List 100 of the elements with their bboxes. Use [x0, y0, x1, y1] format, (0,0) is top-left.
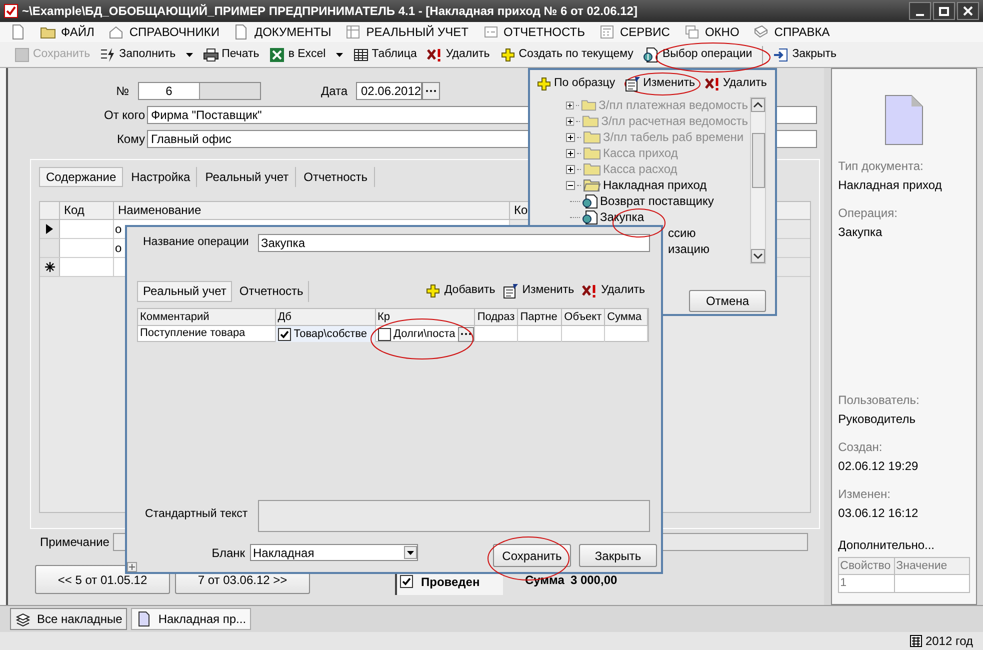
tree-item[interactable]: изацию	[668, 240, 710, 257]
toolbar-button[interactable]: Закрыть	[773, 46, 836, 64]
window-title: ~\Example\БД_ОБОБЩАЮЩИЙ_ПРИМЕР ПРЕДПРИНИМАТЕЛЬ 4.1 - [Накладная приход № 6 от 02.06.12]	[22, 3, 638, 20]
toolbar-button[interactable]: в Excel	[269, 46, 326, 64]
table-icon	[352, 46, 369, 62]
toolbar-button[interactable]: Таблица	[352, 46, 417, 64]
toolbar-button[interactable]: Выбор операции	[643, 46, 752, 64]
collapse-icon[interactable]	[566, 180, 575, 190]
column-header: Значение	[895, 559, 948, 574]
scroll-up-icon[interactable]	[751, 98, 765, 112]
column-header: Код	[60, 202, 114, 219]
delete-icon	[705, 76, 721, 92]
field-label: Примечание	[39, 534, 110, 551]
checkbox[interactable]	[378, 328, 391, 340]
delete-icon	[426, 46, 443, 62]
menu-item[interactable]: ФАЙЛ	[40, 23, 94, 41]
dialog-button[interactable]: Закрыть	[579, 544, 657, 567]
menu-item[interactable]: ОТЧЕТНОСТЬ	[482, 23, 585, 41]
dots-icon	[425, 89, 437, 93]
operation-name-field[interactable]: Закупка	[258, 234, 650, 252]
toolbar-button[interactable]: Удалить	[426, 46, 490, 64]
minimize-icon	[916, 14, 924, 16]
save-icon	[14, 46, 30, 62]
menu-item[interactable]: СПРАВКА	[753, 23, 830, 41]
expand-icon[interactable]	[566, 116, 574, 126]
minimize-button[interactable]	[909, 2, 931, 20]
toolbar-button[interactable]: Удалить	[582, 282, 645, 300]
expand-icon[interactable]	[566, 164, 575, 174]
navigation-button[interactable]: << 5 от 01.05.12	[35, 565, 170, 594]
tree-item[interactable]: Накладная приход	[603, 176, 707, 194]
checkbox[interactable]	[278, 328, 291, 340]
menu-item[interactable]: РЕАЛЬНЫЙ УЧЕТ	[345, 23, 469, 41]
toolbar-button[interactable]: По образцу	[536, 74, 616, 92]
total-label: Сумма	[525, 572, 564, 589]
exit-icon	[773, 46, 790, 62]
expand-icon[interactable]	[566, 148, 575, 158]
dropdown-arrow-icon[interactable]	[336, 52, 343, 56]
document-stack-icon	[15, 611, 31, 627]
edit-form-icon	[503, 283, 520, 299]
plus-icon	[500, 46, 516, 62]
toolbar-button[interactable]: Изменить	[503, 282, 574, 300]
tree-item[interactable]: Возврат поставщику	[600, 192, 714, 210]
column-header: Объект	[562, 309, 606, 325]
blank-select[interactable]: Накладная	[250, 544, 418, 561]
column-header: Подраз	[475, 309, 518, 325]
field-label: Кому	[116, 131, 146, 148]
dialog-button[interactable]: Сохранить	[493, 544, 571, 567]
plus-icon	[425, 283, 442, 299]
menu-item[interactable]: СПРАВОЧНИКИ	[108, 23, 220, 41]
tab[interactable]: Отчетность	[234, 280, 310, 302]
delete-icon	[582, 283, 598, 299]
status-text: 2012 год	[925, 633, 973, 650]
toolbar-button[interactable]: Удалить	[705, 74, 767, 92]
window-tab[interactable]: Накладная пр...	[131, 608, 252, 630]
current-row-icon	[46, 224, 53, 234]
number-field[interactable]: 6	[138, 82, 261, 100]
scroll-thumb[interactable]	[752, 133, 764, 188]
info-label: Тип документа:	[838, 158, 924, 175]
toolbar-button[interactable]: Печать	[202, 46, 260, 64]
new-row-icon	[44, 262, 54, 272]
date-field[interactable]: 02.06.2012	[356, 82, 422, 100]
document-icon	[885, 95, 924, 145]
date-picker-button[interactable]	[422, 82, 440, 100]
dots-icon	[460, 332, 472, 336]
menu-item[interactable]: ДОКУМЕНТЫ	[233, 23, 332, 41]
close-button[interactable]	[957, 2, 979, 20]
tab[interactable]: Настройка	[125, 167, 198, 187]
expand-icon[interactable]	[566, 100, 574, 110]
menu-item[interactable]: ОКНО	[684, 23, 740, 41]
edit-form-icon	[625, 76, 642, 92]
field-label: Бланк	[210, 544, 246, 562]
tab[interactable]: Содержание	[39, 167, 124, 187]
tab[interactable]: Отчетность	[298, 167, 375, 187]
scrollbar[interactable]	[750, 97, 766, 264]
plus-icon	[536, 76, 552, 92]
folder-icon	[581, 98, 597, 112]
toolbar-button[interactable]: Создать по текущему	[500, 46, 634, 64]
table-cell: Долги\поста	[376, 326, 476, 342]
menu-item[interactable]: СЕРВИС	[598, 23, 670, 41]
field-label: От кого	[102, 107, 146, 124]
checkbox[interactable]	[400, 575, 413, 588]
ellipsis-button[interactable]	[458, 326, 474, 342]
window-tab[interactable]: Все накладные	[10, 608, 128, 630]
tree-item[interactable]: ссию	[668, 224, 696, 242]
cancel-button[interactable]: Отмена	[689, 290, 766, 312]
table-cell: 1	[839, 575, 896, 592]
standard-text-field[interactable]	[258, 500, 650, 532]
maximize-button[interactable]	[933, 2, 955, 20]
info-label: Создан:	[838, 439, 884, 456]
folder-icon	[583, 178, 601, 192]
toolbar-button[interactable]: Заполнить	[100, 46, 176, 64]
toolbar-button[interactable]: Добавить	[425, 282, 496, 300]
page-icon	[136, 611, 152, 627]
scroll-down-icon[interactable]	[751, 249, 765, 263]
dropdown-arrow-icon[interactable]	[186, 52, 193, 56]
tab[interactable]: Реальный учет	[137, 280, 232, 302]
tab[interactable]: Реальный учет	[199, 167, 296, 187]
expand-icon[interactable]	[566, 132, 575, 142]
info-value: 02.06.12 19:29	[838, 458, 920, 475]
close-icon	[963, 6, 973, 16]
